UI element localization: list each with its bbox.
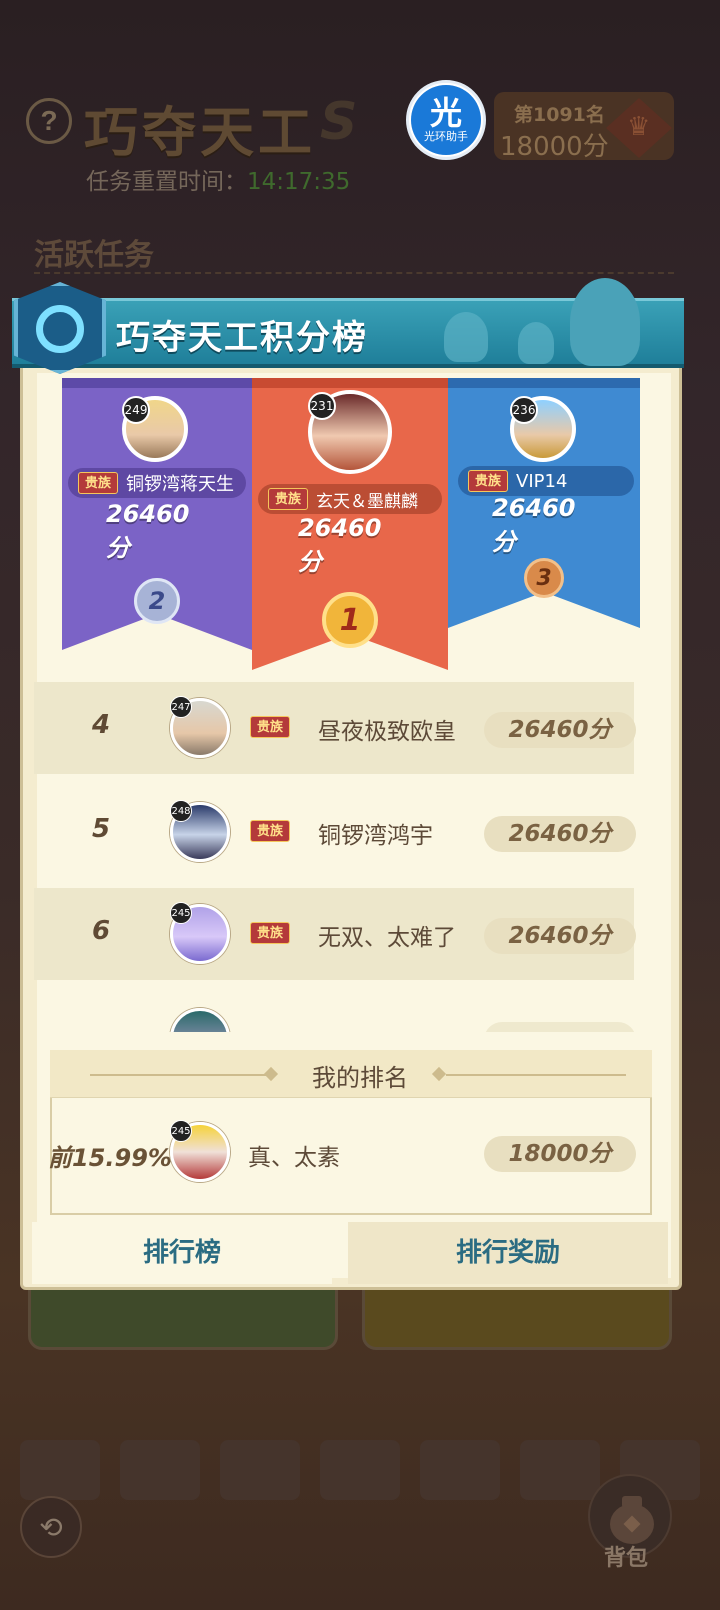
rank-2-medal-icon: 2 xyxy=(134,578,180,624)
leaderboard-row[interactable]: 4 247 贵族 昼夜极致欧皇 26460分 xyxy=(34,682,636,774)
row-rank: 5 xyxy=(92,814,111,844)
game-title: 巧夺天工 xyxy=(84,100,316,164)
back-arrow-icon: ⟲ xyxy=(39,1510,63,1544)
player-name: 玄天＆墨麒麟 xyxy=(316,491,419,512)
leaderboard-title: 巧夺天工积分榜 xyxy=(116,318,368,358)
player-name: 铜锣湾鸿宇 xyxy=(318,823,433,849)
reset-time: 14:17:35 xyxy=(247,169,351,195)
noble-badge-icon: 贵族 xyxy=(268,488,309,510)
noble-badge-icon: 贵族 xyxy=(250,820,291,842)
player-score: 26460分 xyxy=(484,816,636,852)
my-player-name: 真、太素 xyxy=(248,1145,340,1171)
row-rank: 6 xyxy=(92,916,111,946)
emblem-ring-icon xyxy=(36,305,84,353)
my-score-summary: 18000分 xyxy=(500,132,609,162)
app-logo: 光 光环助手 xyxy=(406,80,486,160)
logo-text: 光环助手 xyxy=(424,130,468,143)
player-nameplate: 贵族 玄天＆墨麒麟 xyxy=(258,484,442,514)
rank-1-medal-icon: 1 xyxy=(322,592,378,648)
level-badge: 249 xyxy=(122,396,150,424)
player-score: 26460分 xyxy=(484,918,636,954)
header-silhouette xyxy=(444,312,488,362)
my-level-badge: 245 xyxy=(170,1120,192,1142)
header-silhouette xyxy=(570,278,640,366)
tab-leaderboard[interactable]: 排行榜 xyxy=(32,1222,332,1284)
reset-timer: 任务重置时间：14:17:35 xyxy=(86,162,350,196)
level-badge: 245 xyxy=(170,902,192,924)
player-score: 26460分 xyxy=(298,514,382,576)
my-rank-percent: 前15.99% xyxy=(48,1144,172,1172)
player-name: 无双、太难了 xyxy=(318,925,456,951)
bag-label: 背包 xyxy=(604,1546,649,1571)
section-divider xyxy=(34,272,674,274)
noble-badge-icon: 贵族 xyxy=(78,472,119,494)
my-rank-number: 第1091名 xyxy=(514,104,605,126)
player-avatar xyxy=(170,1008,230,1032)
back-button[interactable]: ⟲ xyxy=(20,1496,82,1558)
player-score-partial xyxy=(484,1022,634,1032)
leaderboard-row-partial[interactable] xyxy=(34,992,634,1032)
level-badge: 247 xyxy=(170,696,192,718)
help-button[interactable]: ? xyxy=(26,98,72,144)
level-badge: 248 xyxy=(170,800,192,822)
season-letter-decoration: S xyxy=(320,92,358,152)
my-player-score: 18000分 xyxy=(484,1136,636,1172)
player-nameplate: 贵族 铜锣湾蒋天生 xyxy=(68,468,246,498)
leaderboard-row[interactable]: 6 245 贵族 无双、太难了 26460分 xyxy=(34,888,636,980)
noble-badge-icon: 贵族 xyxy=(250,716,291,738)
reset-label: 任务重置时间： xyxy=(86,169,247,195)
active-tasks-title: 活跃任务 xyxy=(34,238,154,273)
noble-badge-icon: 贵族 xyxy=(468,470,509,492)
player-score: 26460分 xyxy=(106,500,190,562)
player-name: VIP14 xyxy=(516,470,568,492)
player-name: 铜锣湾蒋天生 xyxy=(126,474,235,495)
level-badge: 231 xyxy=(308,392,336,420)
noble-badge-icon: 贵族 xyxy=(250,922,291,944)
player-score: 26460分 xyxy=(492,494,576,556)
row-rank: 4 xyxy=(92,710,111,740)
player-name: 昼夜极致欧皇 xyxy=(318,719,456,745)
rank-3-medal-icon: 3 xyxy=(524,558,564,598)
my-rank-title: 我的排名 xyxy=(312,1064,408,1092)
level-badge: 236 xyxy=(510,396,538,424)
tab-rank-rewards[interactable]: 排行奖励 xyxy=(348,1222,668,1284)
player-score: 26460分 xyxy=(484,712,636,748)
logo-glyph: 光 xyxy=(429,94,462,132)
leaderboard-row[interactable]: 5 248 贵族 铜锣湾鸿宇 26460分 xyxy=(34,786,636,878)
player-nameplate: 贵族 VIP14 xyxy=(458,466,634,496)
header-silhouette xyxy=(518,322,554,364)
